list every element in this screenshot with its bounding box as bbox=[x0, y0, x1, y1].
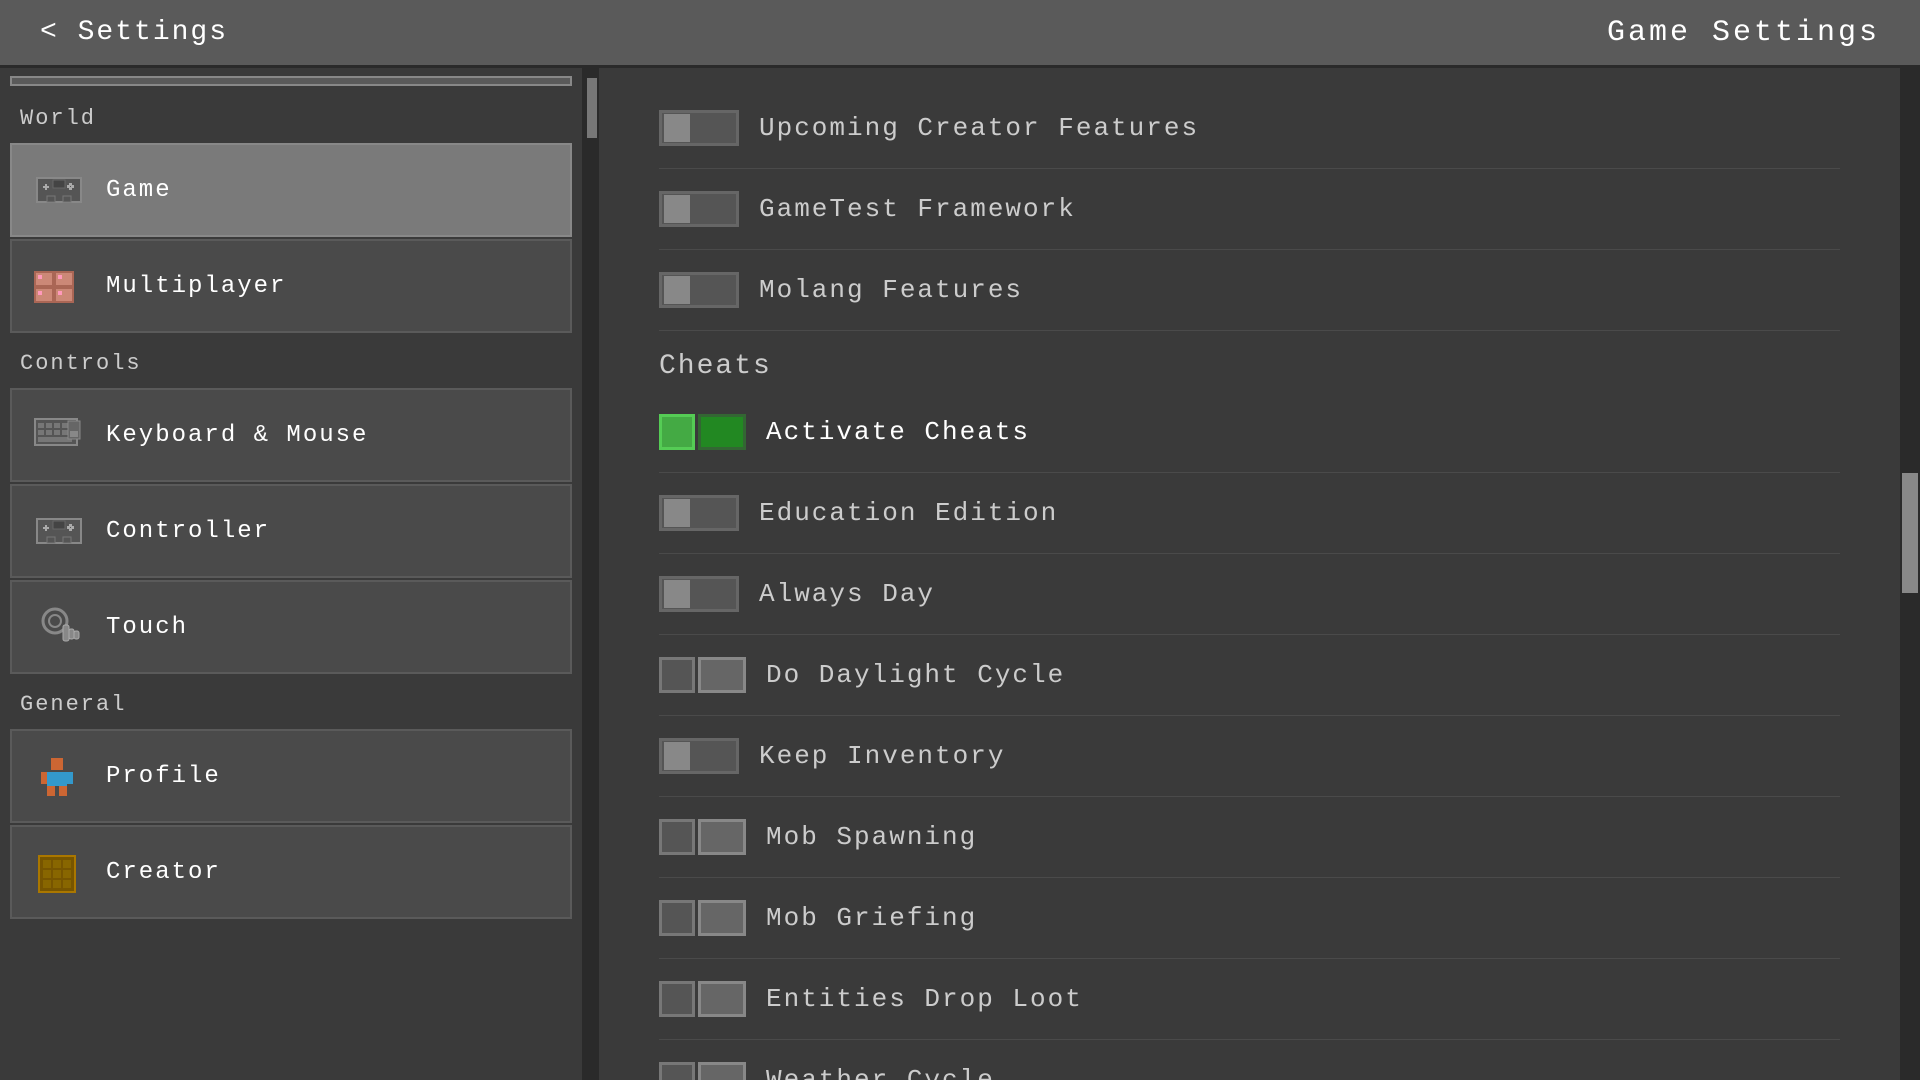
mob-griefing-toggle[interactable] bbox=[659, 900, 746, 936]
main-layout: World Game bbox=[0, 68, 1920, 1080]
profile-icon bbox=[32, 749, 86, 803]
weather-cycle-label: Weather Cycle bbox=[766, 1065, 995, 1080]
keyboard-mouse-label: Keyboard & Mouse bbox=[106, 422, 368, 449]
mob-griefing-label: Mob Griefing bbox=[766, 903, 977, 933]
activate-cheats-label: Activate Cheats bbox=[766, 417, 1030, 447]
education-toggle[interactable] bbox=[659, 495, 739, 531]
controls-section-header: Controls bbox=[0, 335, 582, 386]
game-icon bbox=[32, 163, 86, 217]
mob-spawning-row: Mob Spawning bbox=[659, 797, 1840, 878]
sidebar-scrollbar[interactable] bbox=[585, 68, 599, 1080]
multiplayer-label: Multiplayer bbox=[106, 273, 286, 300]
keyboard-icon bbox=[32, 408, 86, 462]
controller-icon bbox=[32, 504, 86, 558]
activate-cheats-toggle[interactable] bbox=[659, 414, 746, 450]
keep-inventory-row: Keep Inventory bbox=[659, 716, 1840, 797]
back-label: < Settings bbox=[40, 17, 228, 48]
mob-spawning-toggle[interactable] bbox=[659, 819, 746, 855]
sidebar-item-multiplayer[interactable]: Multiplayer bbox=[10, 239, 572, 333]
controller-label: Controller bbox=[106, 518, 270, 545]
keep-inventory-toggle[interactable] bbox=[659, 738, 739, 774]
game-label: Game bbox=[106, 177, 172, 204]
weather-cycle-toggle[interactable] bbox=[659, 1062, 746, 1080]
weather-cycle-row: Weather Cycle bbox=[659, 1040, 1840, 1080]
sidebar-item-game[interactable]: Game bbox=[10, 143, 572, 237]
general-section-header: General bbox=[0, 676, 582, 727]
molang-label: Molang Features bbox=[759, 275, 1023, 305]
entities-drop-loot-row: Entities Drop Loot bbox=[659, 959, 1840, 1040]
always-day-row: Always Day bbox=[659, 554, 1840, 635]
sidebar-item-controller[interactable]: Controller bbox=[10, 484, 572, 578]
entities-drop-loot-toggle[interactable] bbox=[659, 981, 746, 1017]
gametest-framework-row: GameTest Framework bbox=[659, 169, 1840, 250]
always-day-toggle[interactable] bbox=[659, 576, 739, 612]
activate-cheats-row: Activate Cheats bbox=[659, 392, 1840, 473]
sidebar-item-profile[interactable]: Profile bbox=[10, 729, 572, 823]
creator-icon bbox=[32, 845, 86, 899]
do-daylight-cycle-row: Do Daylight Cycle bbox=[659, 635, 1840, 716]
touch-icon bbox=[32, 600, 86, 654]
page-title: Game Settings bbox=[1607, 16, 1880, 50]
keep-inventory-label: Keep Inventory bbox=[759, 741, 1005, 771]
creator-label: Creator bbox=[106, 859, 221, 886]
sidebar: World Game bbox=[0, 68, 585, 1080]
header: < Settings Game Settings bbox=[0, 0, 1920, 68]
cheats-section-header: Cheats bbox=[659, 331, 1840, 392]
daylight-cycle-toggle[interactable] bbox=[659, 657, 746, 693]
education-label: Education Edition bbox=[759, 498, 1058, 528]
always-day-label: Always Day bbox=[759, 579, 935, 609]
sidebar-item-creator[interactable]: Creator bbox=[10, 825, 572, 919]
mob-spawning-label: Mob Spawning bbox=[766, 822, 977, 852]
molang-features-row: Molang Features bbox=[659, 250, 1840, 331]
mob-griefing-row: Mob Griefing bbox=[659, 878, 1840, 959]
upcoming-creator-label: Upcoming Creator Features bbox=[759, 113, 1199, 143]
upcoming-creator-toggle[interactable] bbox=[659, 110, 739, 146]
molang-toggle[interactable] bbox=[659, 272, 739, 308]
multiplayer-icon bbox=[32, 259, 86, 313]
profile-label: Profile bbox=[106, 763, 221, 790]
gametest-label: GameTest Framework bbox=[759, 194, 1076, 224]
education-edition-row: Education Edition bbox=[659, 473, 1840, 554]
content-area: Upcoming Creator Features GameTest Frame… bbox=[599, 68, 1900, 1080]
upcoming-creator-row: Upcoming Creator Features bbox=[659, 88, 1840, 169]
daylight-label: Do Daylight Cycle bbox=[766, 660, 1065, 690]
sidebar-item-keyboard-mouse[interactable]: Keyboard & Mouse bbox=[10, 388, 572, 482]
back-button[interactable]: < Settings bbox=[40, 17, 228, 48]
gametest-toggle[interactable] bbox=[659, 191, 739, 227]
entities-drop-loot-label: Entities Drop Loot bbox=[766, 984, 1083, 1014]
sidebar-item-touch[interactable]: Touch bbox=[10, 580, 572, 674]
world-section-header: World bbox=[0, 90, 582, 141]
content-scrollbar[interactable] bbox=[1900, 68, 1920, 1080]
touch-label: Touch bbox=[106, 614, 188, 641]
